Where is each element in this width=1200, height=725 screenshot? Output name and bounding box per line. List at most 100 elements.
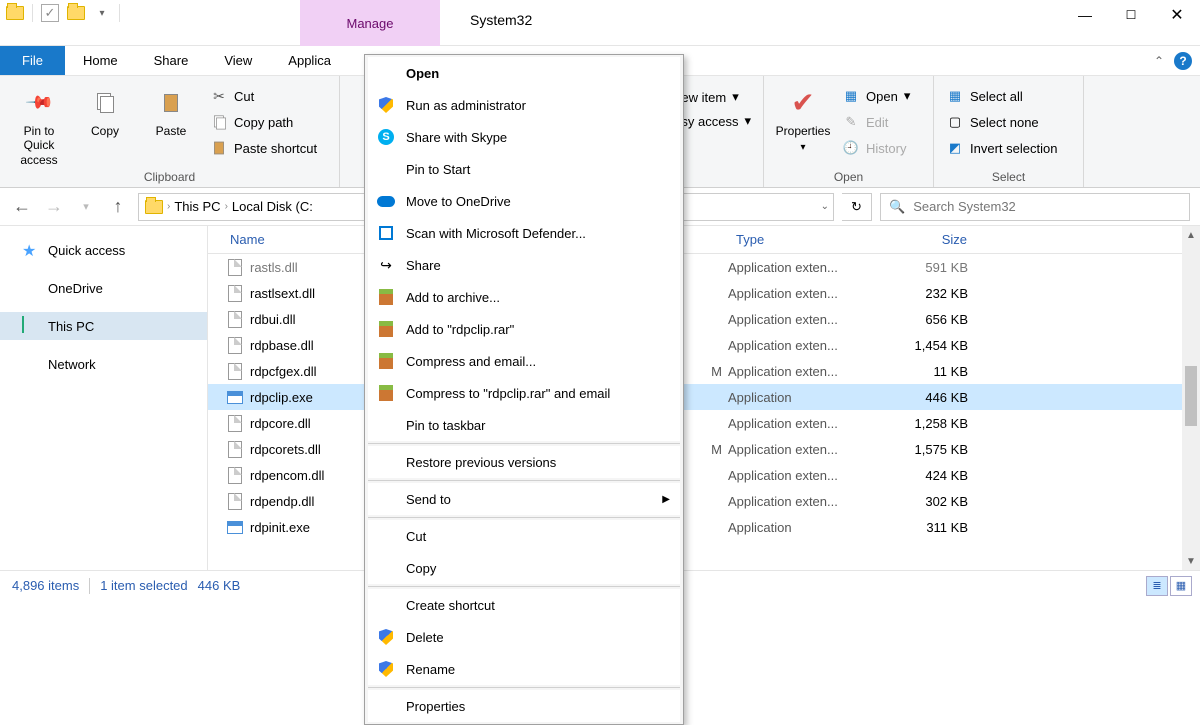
scroll-down-icon[interactable]: ▼ <box>1182 552 1200 570</box>
archive-icon <box>376 383 396 403</box>
ctx-add-rar[interactable]: Add to "rdpclip.rar" <box>368 313 680 345</box>
file-icon <box>226 388 244 406</box>
file-size: 591 KB <box>888 260 988 275</box>
properties-icon: ✔ <box>786 86 820 120</box>
ctx-cut[interactable]: Cut <box>368 520 680 552</box>
select-all-button[interactable]: ▦Select all <box>942 84 1075 108</box>
table-row[interactable]: rdpcorets.dllMApplication exten...1,575 … <box>208 436 1200 462</box>
table-row[interactable]: rdpcore.dllApplication exten...1,258 KB <box>208 410 1200 436</box>
ctx-share-skype[interactable]: SShare with Skype <box>368 121 680 153</box>
contextual-tab-manage[interactable]: Manage <box>300 0 440 46</box>
tab-application-tools[interactable]: Applica <box>270 46 349 75</box>
select-none-button[interactable]: ▢Select none <box>942 110 1075 134</box>
title-bar: ✓ ▾ Manage System32 — ☐ ✕ <box>0 0 1200 46</box>
scrollbar-thumb[interactable] <box>1185 366 1197 426</box>
table-row[interactable]: rdpbase.dllApplication exten...1,454 KB <box>208 332 1200 358</box>
copy-path-button[interactable]: Copy path <box>206 110 321 134</box>
maximize-button[interactable]: ☐ <box>1108 0 1154 30</box>
navigation-pane: ★Quick access OneDrive This PC Network <box>0 226 208 570</box>
table-row[interactable]: rdpclip.exeApplication446 KB <box>208 384 1200 410</box>
search-icon: 🔍 <box>889 199 905 215</box>
up-button[interactable]: ↑ <box>106 195 130 219</box>
folder-icon[interactable] <box>67 4 85 22</box>
table-row[interactable]: rdpinit.exeApplication311 KB <box>208 514 1200 540</box>
paste-button[interactable]: Paste <box>140 80 202 167</box>
ctx-defender-scan[interactable]: Scan with Microsoft Defender... <box>368 217 680 249</box>
tab-home[interactable]: Home <box>65 46 136 75</box>
folder-icon <box>6 4 24 22</box>
ctx-properties[interactable]: Properties <box>368 690 680 722</box>
ctx-delete[interactable]: Delete <box>368 621 680 653</box>
file-type: Application <box>728 520 888 535</box>
scrollbar[interactable]: ▲ ▼ <box>1182 226 1200 570</box>
tab-view[interactable]: View <box>206 46 270 75</box>
crumb-this-pc[interactable]: This PC <box>174 199 220 214</box>
history-button[interactable]: 🕘History <box>838 136 914 160</box>
nav-network[interactable]: Network <box>0 350 207 378</box>
collapse-ribbon-icon[interactable]: ⌃ <box>1154 54 1164 68</box>
qat-dropdown-icon[interactable]: ▾ <box>93 4 111 22</box>
table-row[interactable]: rdpencom.dllApplication exten...424 KB <box>208 462 1200 488</box>
col-type[interactable]: Type <box>728 226 888 253</box>
details-view-button[interactable]: ≣ <box>1146 576 1168 596</box>
scroll-up-icon[interactable]: ▲ <box>1182 226 1200 244</box>
ctx-move-onedrive[interactable]: Move to OneDrive <box>368 185 680 217</box>
col-size[interactable]: Size <box>888 226 988 253</box>
table-row[interactable]: rdbui.dllApplication exten...656 KB <box>208 306 1200 332</box>
ctx-share[interactable]: ↪Share <box>368 249 680 281</box>
recent-dropdown[interactable]: ▾ <box>74 195 98 219</box>
ctx-create-shortcut[interactable]: Create shortcut <box>368 589 680 621</box>
open-button[interactable]: ▦Open ▾ <box>838 84 914 108</box>
nav-quick-access[interactable]: ★Quick access <box>0 236 207 264</box>
invert-selection-button[interactable]: ◩Invert selection <box>942 136 1075 160</box>
close-button[interactable]: ✕ <box>1154 0 1200 30</box>
cut-button[interactable]: ✂Cut <box>206 84 321 108</box>
file-name: rastlsext.dll <box>250 286 315 301</box>
table-row[interactable]: rdpcfgex.dllMApplication exten...11 KB <box>208 358 1200 384</box>
nav-onedrive[interactable]: OneDrive <box>0 274 207 302</box>
pin-to-quick-access-button[interactable]: 📌 Pin to Quick access <box>8 80 70 167</box>
checkbox-icon[interactable]: ✓ <box>41 4 59 22</box>
ctx-copy[interactable]: Copy <box>368 552 680 584</box>
ctx-run-as-admin[interactable]: Run as administrator <box>368 89 680 121</box>
tab-share[interactable]: Share <box>136 46 207 75</box>
shield-icon <box>376 627 396 647</box>
ctx-open[interactable]: Open <box>368 57 680 89</box>
chevron-down-icon[interactable]: ⌄ <box>821 201 829 212</box>
paste-shortcut-button[interactable]: Paste shortcut <box>206 136 321 160</box>
table-row[interactable]: rastlsext.dllApplication exten...232 KB <box>208 280 1200 306</box>
search-input[interactable]: 🔍 Search System32 <box>880 193 1190 221</box>
file-type: Application exten... <box>728 468 888 483</box>
ctx-compress-rar-email[interactable]: Compress to "rdpclip.rar" and email <box>368 377 680 409</box>
ctx-restore-versions[interactable]: Restore previous versions <box>368 446 680 478</box>
chevron-down-icon: ▾ <box>732 89 739 105</box>
ctx-compress-email[interactable]: Compress and email... <box>368 345 680 377</box>
nav-this-pc[interactable]: This PC <box>0 312 207 340</box>
forward-button[interactable]: → <box>42 195 66 219</box>
minimize-button[interactable]: — <box>1062 0 1108 30</box>
star-icon: ★ <box>22 241 40 259</box>
help-icon[interactable]: ? <box>1174 52 1192 70</box>
ctx-rename[interactable]: Rename <box>368 653 680 685</box>
properties-button[interactable]: ✔ Properties ▾ <box>772 80 834 160</box>
easy-access-button[interactable]: sy access ▾ <box>677 110 755 132</box>
table-row[interactable]: rastls.dllApplication exten...591 KB <box>208 254 1200 280</box>
file-size: 302 KB <box>888 494 988 509</box>
ctx-send-to[interactable]: Send to▶ <box>368 483 680 515</box>
ctx-pin-taskbar[interactable]: Pin to taskbar <box>368 409 680 441</box>
search-placeholder: Search System32 <box>913 199 1016 214</box>
refresh-button[interactable]: ↻ <box>842 193 872 221</box>
crumb-local-disk[interactable]: Local Disk (C: <box>232 199 313 214</box>
new-item-button[interactable]: ew item ▾ <box>677 86 742 108</box>
file-type: Application exten... <box>728 416 888 431</box>
back-button[interactable]: ← <box>10 195 34 219</box>
share-icon: ↪ <box>376 255 396 275</box>
ctx-pin-start[interactable]: Pin to Start <box>368 153 680 185</box>
label: Paste <box>156 124 187 138</box>
icons-view-button[interactable]: ▦ <box>1170 576 1192 596</box>
table-row[interactable]: rdpendp.dllApplication exten...302 KB <box>208 488 1200 514</box>
ctx-add-archive[interactable]: Add to archive... <box>368 281 680 313</box>
edit-button[interactable]: ✎Edit <box>838 110 914 134</box>
tab-file[interactable]: File <box>0 46 65 75</box>
copy-button[interactable]: Copy <box>74 80 136 167</box>
